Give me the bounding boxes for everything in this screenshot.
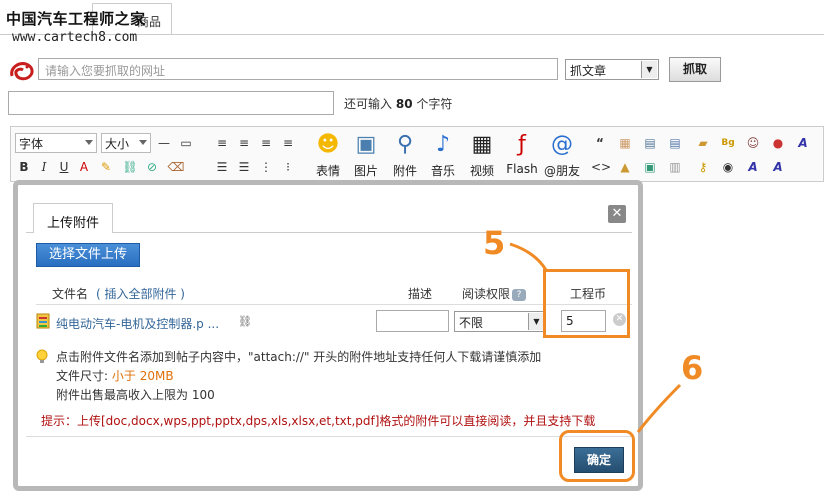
align-center-icon[interactable]: ≡ bbox=[235, 134, 253, 152]
description-header: 描述 bbox=[408, 287, 433, 301]
quote-icon[interactable]: “ bbox=[591, 134, 609, 152]
page-icon[interactable]: ▥ bbox=[666, 158, 684, 176]
description-input[interactable] bbox=[376, 310, 449, 332]
grab-mode-value: 抓文章 bbox=[570, 64, 607, 78]
tab-upload-attachment[interactable]: 上传附件 bbox=[33, 203, 113, 233]
watermark-url: www.cartech8.com bbox=[12, 30, 138, 45]
text-a-icon[interactable]: A bbox=[744, 158, 762, 176]
title-input[interactable] bbox=[8, 91, 334, 115]
float-box-icon[interactable]: ▭ bbox=[177, 134, 195, 152]
unlink-icon[interactable]: ⊘ bbox=[143, 158, 161, 176]
clear-format-icon[interactable]: ⌫ bbox=[167, 158, 185, 176]
key-icon[interactable]: ⚷ bbox=[694, 158, 712, 176]
superscript-icon[interactable]: A bbox=[769, 158, 787, 176]
highlight-icon[interactable]: ✎ bbox=[97, 158, 115, 176]
choose-file-button[interactable]: 选择文件上传 bbox=[36, 243, 140, 267]
italic-icon[interactable]: I bbox=[35, 158, 53, 176]
editor-toolbar: 字体 大小 — ▭ B I U A ✎ ⛓ ⊘ ⌫ ≡ ≡ ≡ ≡ ☰ ☰ ⋮ … bbox=[10, 126, 824, 182]
grab-mode-select[interactable]: 抓文章 ▼ bbox=[565, 59, 659, 80]
folder-icon[interactable]: ▰ bbox=[694, 134, 712, 152]
mention-button[interactable]: @ @朋友 bbox=[539, 130, 585, 179]
font-family-label: 字体 bbox=[19, 137, 44, 151]
permission-header: 阅读权限? bbox=[462, 285, 527, 302]
font-size-select[interactable]: 大小 bbox=[101, 133, 151, 153]
upload-tips: 点击附件文件名添加到帖子内容中，"attach://" 开头的附件地址支持任何人… bbox=[36, 348, 541, 405]
insert-all-link[interactable]: ( 插入全部附件 ) bbox=[96, 285, 185, 302]
music-label: 音乐 bbox=[430, 164, 455, 178]
help-icon[interactable]: ? bbox=[512, 288, 527, 301]
attachment-label: 附件 bbox=[392, 164, 417, 178]
tip-file-size: 文件尺寸: 小于 20MB bbox=[36, 367, 541, 386]
link-icon[interactable]: ⛓ bbox=[238, 315, 252, 328]
attachment-filename-link[interactable]: 纯电动汽车-电机及控制器.p ... bbox=[56, 315, 219, 332]
table-icon[interactable]: ▦ bbox=[616, 134, 634, 152]
archive-file-icon bbox=[36, 313, 50, 329]
chevron-down-icon: ▼ bbox=[641, 61, 657, 78]
chevron-down-icon: ▼ bbox=[528, 313, 544, 330]
bold-icon[interactable]: B bbox=[15, 158, 33, 176]
tip-attach-url: 点击附件文件名添加到帖子内容中，"attach://" 开头的附件地址支持任何人… bbox=[56, 350, 542, 364]
char-hint-suffix: 个字符 bbox=[416, 97, 453, 111]
url-input[interactable]: 请输入您要抓取的网址 bbox=[38, 58, 558, 80]
dialog-footer-divider bbox=[26, 436, 632, 437]
horizontal-rule-icon[interactable]: — bbox=[155, 134, 173, 152]
font-size-label: 大小 bbox=[105, 137, 130, 151]
file-size-label: 文件尺寸: bbox=[56, 369, 109, 383]
grab-button[interactable]: 抓取 bbox=[669, 57, 721, 82]
qq-icon[interactable]: ● bbox=[769, 134, 787, 152]
emoji-label: 表情 bbox=[315, 164, 340, 178]
unordered-list-icon[interactable]: ⁝ bbox=[279, 158, 297, 176]
code-box-icon[interactable]: ▤ bbox=[641, 134, 659, 152]
font-family-select[interactable]: 字体 bbox=[15, 133, 97, 153]
list-box-icon[interactable]: ▤ bbox=[666, 134, 684, 152]
close-icon[interactable]: ✕ bbox=[608, 205, 626, 223]
ordered-list-icon[interactable]: ⋮ bbox=[257, 158, 275, 176]
outdent-icon[interactable]: ☰ bbox=[235, 158, 253, 176]
source-code-icon[interactable]: <> bbox=[591, 158, 611, 176]
video-label: 视频 bbox=[469, 164, 494, 178]
link-icon[interactable]: ⛓ bbox=[121, 158, 139, 176]
font-color-icon[interactable]: A bbox=[75, 158, 93, 176]
record-icon[interactable]: ◉ bbox=[719, 158, 737, 176]
dragon-icon bbox=[10, 62, 34, 81]
char-hint-prefix: 还可输入 bbox=[344, 97, 393, 111]
bg-color-icon[interactable]: Bg bbox=[719, 134, 737, 152]
watermark-logo: 中国汽车工程师之家 bbox=[6, 10, 146, 28]
align-justify-icon[interactable]: ≡ bbox=[279, 134, 297, 152]
permission-value: 不限 bbox=[459, 316, 484, 330]
chevron-down-icon bbox=[85, 140, 93, 145]
char-hint-count: 80 bbox=[395, 97, 413, 111]
file-size-value: 小于 20MB bbox=[111, 369, 174, 383]
step-5-number: 5 bbox=[483, 224, 506, 262]
at-icon: @ bbox=[551, 132, 573, 157]
filename-header: 文件名 bbox=[52, 287, 89, 301]
image-label: 图片 bbox=[353, 164, 378, 178]
mention-label: @朋友 bbox=[543, 164, 580, 178]
underline-icon[interactable]: U bbox=[55, 158, 73, 176]
coin-highlight-box bbox=[543, 269, 630, 338]
align-right-icon[interactable]: ≡ bbox=[257, 134, 275, 152]
dialog-tab-divider bbox=[26, 232, 632, 233]
format-notice: 提示：上传[doc,docx,wps,ppt,pptx,dps,xls,xlsx… bbox=[41, 414, 596, 428]
confirm-highlight-box bbox=[559, 430, 635, 482]
char-count-hint: 还可输入 80 个字符 bbox=[344, 95, 452, 112]
user-icon[interactable]: ☺ bbox=[744, 134, 762, 152]
permission-header-label: 阅读权限 bbox=[462, 287, 511, 301]
permission-select[interactable]: 不限 ▼ bbox=[454, 311, 546, 332]
chevron-down-icon bbox=[139, 140, 147, 145]
tip-sale-limit: 附件出售最高收入上限为 100 bbox=[56, 388, 215, 402]
indent-icon[interactable]: ☰ bbox=[213, 158, 231, 176]
align-left-icon[interactable]: ≡ bbox=[213, 134, 231, 152]
step-6-number: 6 bbox=[681, 349, 704, 387]
lightbulb-icon bbox=[36, 349, 48, 363]
lock-icon[interactable]: ▲ bbox=[616, 158, 634, 176]
download-box-icon[interactable]: ▣ bbox=[641, 158, 659, 176]
font-style-icon[interactable]: A bbox=[794, 134, 812, 152]
flash-label: Flash bbox=[506, 162, 538, 176]
